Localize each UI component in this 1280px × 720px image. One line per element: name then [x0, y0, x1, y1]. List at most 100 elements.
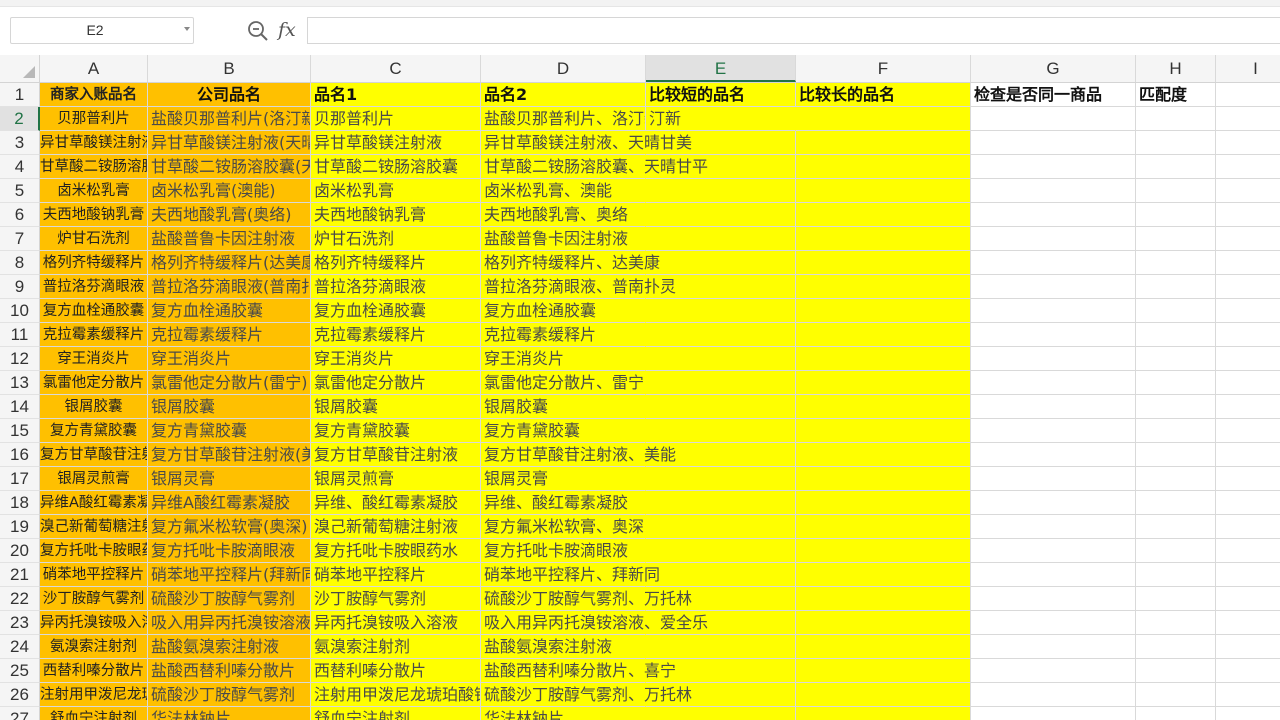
cell-g[interactable]	[971, 635, 1136, 659]
cell-a[interactable]: 普拉洛芬滴眼液	[40, 275, 148, 299]
cell-f[interactable]	[796, 467, 971, 491]
cell-i[interactable]	[1216, 707, 1280, 720]
cell-i[interactable]	[1216, 323, 1280, 347]
cell-a[interactable]: 银屑灵煎膏	[40, 467, 148, 491]
column-header-a[interactable]: A	[40, 55, 148, 82]
cell-f[interactable]	[796, 371, 971, 395]
cell-b[interactable]: 盐酸氨溴索注射液	[148, 635, 311, 659]
cell-g[interactable]	[971, 371, 1136, 395]
zoom-icon[interactable]	[246, 19, 270, 43]
cell-g[interactable]	[971, 155, 1136, 179]
cell-d[interactable]: 盐酸西替利嗪分散片、喜宁	[481, 659, 676, 683]
cell-e[interactable]	[646, 491, 796, 515]
cell-a[interactable]: 舒血宁注射剂	[40, 707, 148, 720]
cell-g[interactable]	[971, 443, 1136, 467]
cell-b[interactable]: 氯雷他定分散片(雷宁)	[148, 371, 311, 395]
cell-i[interactable]	[1216, 467, 1280, 491]
cell-b[interactable]: 复方甘草酸苷注射液(美能)	[148, 443, 311, 467]
cell-a[interactable]: 卤米松乳膏	[40, 179, 148, 203]
cell-h[interactable]	[1136, 155, 1216, 179]
cell-e[interactable]	[646, 395, 796, 419]
cell-b[interactable]: 复方青黛胶囊	[148, 419, 311, 443]
cell-g[interactable]	[971, 539, 1136, 563]
cell-g[interactable]	[971, 395, 1136, 419]
cell-i[interactable]	[1216, 155, 1280, 179]
cell-b[interactable]: 硫酸沙丁胺醇气雾剂	[148, 587, 311, 611]
cell-i[interactable]	[1216, 419, 1280, 443]
cell-i[interactable]	[1216, 563, 1280, 587]
cell-h[interactable]	[1136, 491, 1216, 515]
row-header[interactable]: 23	[0, 611, 40, 635]
cell-b[interactable]: 盐酸西替利嗪分散片	[148, 659, 311, 683]
cell-c[interactable]: 卤米松乳膏	[311, 179, 481, 203]
cell-h[interactable]	[1136, 419, 1216, 443]
cell-f[interactable]	[796, 611, 971, 635]
cell-a[interactable]: 异维A酸红霉素凝胶	[40, 491, 148, 515]
cell-h[interactable]	[1136, 203, 1216, 227]
row-header[interactable]: 19	[0, 515, 40, 539]
cell-e[interactable]	[646, 179, 796, 203]
cell-c[interactable]: 沙丁胺醇气雾剂	[311, 587, 481, 611]
column-header-c[interactable]: C	[311, 55, 481, 82]
row-header[interactable]: 10	[0, 299, 40, 323]
cell-i[interactable]	[1216, 83, 1280, 107]
cell-a[interactable]: 夫西地酸钠乳膏	[40, 203, 148, 227]
cell-d[interactable]: 硫酸沙丁胺醇气雾剂、万托林	[481, 683, 692, 707]
select-all-button[interactable]	[0, 55, 40, 82]
cell-d[interactable]: 华法林钠片	[481, 707, 646, 720]
cell-i[interactable]	[1216, 539, 1280, 563]
cell-c[interactable]: 贝那普利片	[311, 107, 481, 131]
cell-b[interactable]: 银屑灵膏	[148, 467, 311, 491]
cell-c[interactable]: 复方血栓通胶囊	[311, 299, 481, 323]
cell-d[interactable]: 夫西地酸乳膏、奥络	[481, 203, 646, 227]
cell-d[interactable]: 异维、酸红霉素凝胶	[481, 491, 646, 515]
cell-d[interactable]: 复方托吡卡胺滴眼液	[481, 539, 646, 563]
cell-d[interactable]: 复方青黛胶囊	[481, 419, 646, 443]
cell-c[interactable]: 复方托吡卡胺眼药水	[311, 539, 481, 563]
cell-i[interactable]	[1216, 275, 1280, 299]
cell-h[interactable]	[1136, 611, 1216, 635]
cell-f[interactable]	[796, 683, 971, 707]
cell-a[interactable]: 银屑胶囊	[40, 395, 148, 419]
cell-h[interactable]	[1136, 395, 1216, 419]
cell-e[interactable]	[646, 347, 796, 371]
cell-f[interactable]	[796, 515, 971, 539]
row-header[interactable]: 24	[0, 635, 40, 659]
cell-i[interactable]	[1216, 107, 1280, 131]
cell-e[interactable]	[646, 539, 796, 563]
cell-g[interactable]	[971, 347, 1136, 371]
cell-b[interactable]: 穿王消炎片	[148, 347, 311, 371]
column-header-f[interactable]: F	[796, 55, 971, 82]
cell-e[interactable]	[646, 203, 796, 227]
cell-h[interactable]	[1136, 371, 1216, 395]
cell-e[interactable]	[646, 299, 796, 323]
row-header[interactable]: 8	[0, 251, 40, 275]
cell-c[interactable]: 品名1	[311, 83, 481, 107]
cell-b[interactable]: 夫西地酸乳膏(奥络)	[148, 203, 311, 227]
cell-e[interactable]	[646, 563, 796, 587]
cell-b[interactable]: 复方托吡卡胺滴眼液	[148, 539, 311, 563]
cell-b[interactable]: 异维A酸红霉素凝胶	[148, 491, 311, 515]
cell-g[interactable]	[971, 203, 1136, 227]
cell-d[interactable]: 盐酸氨溴索注射液	[481, 635, 646, 659]
cell-h[interactable]	[1136, 251, 1216, 275]
formula-input[interactable]	[307, 17, 1280, 44]
cell-c[interactable]: 氨溴索注射剂	[311, 635, 481, 659]
cell-f[interactable]	[796, 707, 971, 720]
cell-d[interactable]: 复方甘草酸苷注射液、美能	[481, 443, 676, 467]
cell-f[interactable]	[796, 227, 971, 251]
cell-c[interactable]: 注射用甲泼尼龙琥珀酸钠	[311, 683, 481, 707]
cell-a[interactable]: 氨溴索注射剂	[40, 635, 148, 659]
cell-i[interactable]	[1216, 635, 1280, 659]
cell-d[interactable]: 格列齐特缓释片、达美康	[481, 251, 660, 275]
cell-c[interactable]: 银屑灵煎膏	[311, 467, 481, 491]
cell-b[interactable]: 盐酸普鲁卡因注射液	[148, 227, 311, 251]
cell-e[interactable]: 汀新	[646, 107, 796, 131]
cell-a[interactable]: 复方托吡卡胺眼药水	[40, 539, 148, 563]
row-header[interactable]: 1	[0, 83, 40, 107]
row-header[interactable]: 7	[0, 227, 40, 251]
cell-d[interactable]: 卤米松乳膏、澳能	[481, 179, 646, 203]
cell-f[interactable]	[796, 587, 971, 611]
cell-c[interactable]: 异甘草酸镁注射液	[311, 131, 481, 155]
row-header[interactable]: 4	[0, 155, 40, 179]
